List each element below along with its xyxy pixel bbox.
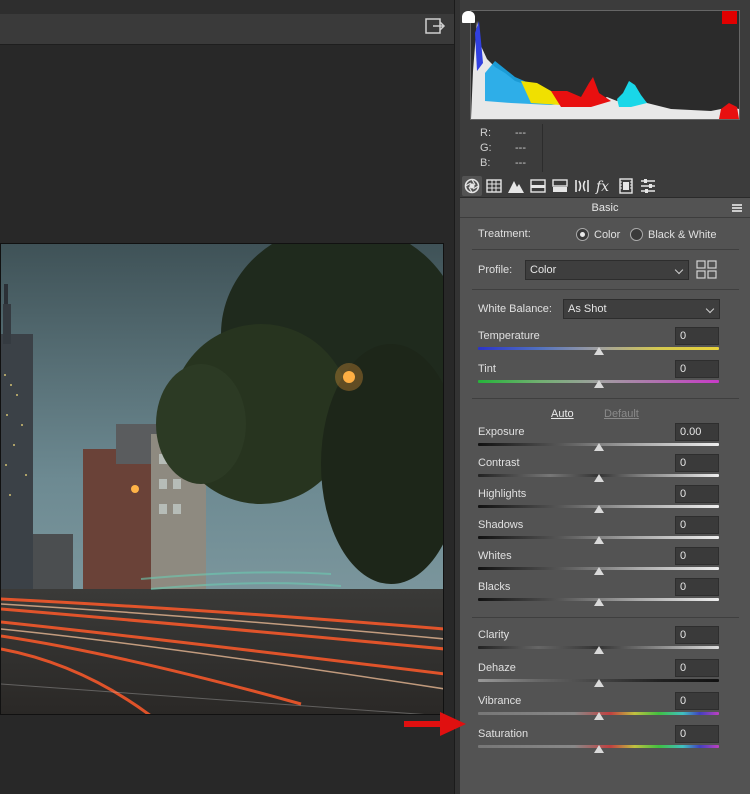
blacks-value-input[interactable]: 0	[675, 578, 719, 596]
histogram-area: R: --- G: --- B: ---	[460, 0, 750, 174]
contrast-slider-thumb[interactable]	[593, 474, 604, 482]
saturation-label: Saturation	[478, 728, 529, 740]
readout-divider	[542, 124, 543, 172]
svg-text:fx: fx	[595, 179, 609, 195]
chevron-down-icon	[674, 265, 684, 275]
dehaze-value-input[interactable]: 0	[675, 659, 719, 677]
rgb-label-g: G:	[480, 142, 492, 154]
contrast-value-input[interactable]: 0	[675, 454, 719, 472]
exposure-label: Exposure	[478, 426, 525, 438]
camera-calibration-icon[interactable]	[616, 176, 636, 196]
rgb-label-b: B:	[480, 157, 491, 169]
dehaze-slider-thumb[interactable]	[593, 679, 604, 687]
panel-tabs: fx	[460, 174, 750, 198]
whites-value-input[interactable]: 0	[675, 547, 719, 565]
tone-curve-icon[interactable]	[484, 176, 504, 196]
split-toning-icon[interactable]	[550, 176, 570, 196]
treatment-color-radio[interactable]	[576, 228, 589, 241]
treatment-bw-radio[interactable]	[630, 228, 643, 241]
shadows-value-input[interactable]: 0	[675, 516, 719, 534]
tint-value-input[interactable]: 0	[675, 360, 719, 378]
saturation-slider-thumb[interactable]	[593, 745, 604, 753]
rgb-value-r: ---	[515, 127, 526, 139]
profile-value: Color	[530, 264, 557, 276]
clarity-value-input[interactable]: 0	[675, 626, 719, 644]
preview-area	[0, 0, 454, 794]
rgb-row-r: R: ---	[480, 126, 550, 141]
chevron-down-icon	[705, 304, 715, 314]
rgb-row-g: G: ---	[480, 141, 550, 156]
temperature-value-input[interactable]: 0	[675, 327, 719, 345]
panel-menu-icon[interactable]	[732, 204, 742, 212]
export-icon[interactable]	[424, 16, 446, 36]
shadows-slider-thumb[interactable]	[593, 536, 604, 544]
section-title: Basic	[460, 199, 750, 218]
treatment-label: Treatment:	[478, 228, 531, 240]
default-button[interactable]: Default	[604, 408, 639, 420]
whites-label: Whites	[478, 550, 512, 562]
section-title-text: Basic	[591, 202, 619, 214]
vibrance-slider-thumb[interactable]	[593, 712, 604, 720]
blacks-label: Blacks	[478, 581, 511, 593]
histogram	[470, 10, 740, 120]
profile-label: Profile:	[478, 264, 513, 276]
clarity-slider-thumb[interactable]	[593, 646, 604, 654]
divider	[472, 249, 739, 250]
hsl-icon[interactable]	[528, 176, 548, 196]
effects-icon[interactable]: fx	[594, 176, 614, 196]
white-balance-value: As Shot	[568, 303, 607, 315]
rgb-label-r: R:	[480, 127, 491, 139]
camera-raw-window: R: --- G: --- B: --- fx Basic Treatment:…	[0, 0, 750, 794]
exposure-slider-thumb[interactable]	[593, 443, 604, 451]
basic-icon[interactable]	[462, 176, 482, 196]
profile-select[interactable]: Color	[525, 260, 689, 280]
highlights-slider-thumb[interactable]	[593, 505, 604, 513]
vibrance-value-input[interactable]: 0	[675, 692, 719, 710]
presets-icon[interactable]	[638, 176, 658, 196]
contrast-label: Contrast	[478, 457, 520, 469]
divider	[472, 398, 739, 399]
highlights-label: Highlights	[478, 488, 527, 500]
white-balance-select[interactable]: As Shot	[563, 299, 720, 319]
white-balance-label: White Balance:	[478, 303, 552, 315]
exposure-value-input[interactable]: 0.00	[675, 423, 719, 441]
treatment-color-label[interactable]: Color	[594, 229, 620, 241]
annotation-arrow-icon	[404, 712, 466, 736]
highlights-value-input[interactable]: 0	[675, 485, 719, 503]
adjustments-panel: R: --- G: --- B: --- fx Basic Treatment:…	[460, 0, 750, 794]
tint-label: Tint	[478, 363, 496, 375]
lens-corrections-icon[interactable]	[572, 176, 592, 196]
rgb-value-g: ---	[515, 142, 526, 154]
title-strip	[0, 0, 454, 14]
clarity-label: Clarity	[478, 629, 510, 641]
highlight-clipping-icon[interactable]	[722, 11, 737, 24]
preview-image[interactable]	[0, 243, 444, 715]
whites-slider-thumb[interactable]	[593, 567, 604, 575]
divider	[472, 617, 739, 618]
tint-slider-thumb[interactable]	[593, 380, 604, 388]
rgb-value-b: ---	[515, 157, 526, 169]
temperature-slider-thumb[interactable]	[593, 347, 604, 355]
shadows-label: Shadows	[478, 519, 524, 531]
saturation-value-input[interactable]: 0	[675, 725, 719, 743]
temperature-label: Temperature	[478, 330, 540, 342]
divider	[472, 289, 739, 290]
shadow-clipping-icon[interactable]	[462, 11, 475, 23]
profile-browser-icon[interactable]	[696, 260, 718, 280]
dehaze-label: Dehaze	[478, 662, 516, 674]
blacks-slider-thumb[interactable]	[593, 598, 604, 606]
rgb-row-b: B: ---	[480, 156, 550, 171]
rgb-readout: R: --- G: --- B: ---	[480, 126, 550, 171]
auto-button[interactable]: Auto	[551, 408, 574, 420]
detail-icon[interactable]	[506, 176, 526, 196]
vibrance-label: Vibrance	[478, 695, 522, 707]
preview-toolbar	[0, 0, 454, 45]
treatment-bw-label[interactable]: Black & White	[648, 229, 716, 241]
